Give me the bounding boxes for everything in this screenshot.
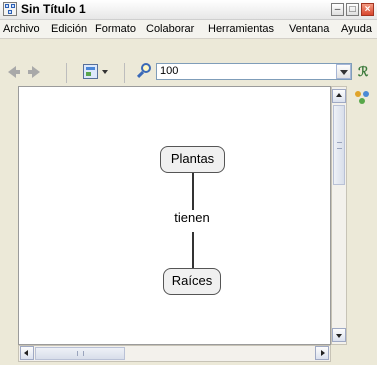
connection-line [192, 172, 194, 210]
toolbar-separator [66, 63, 67, 83]
scroll-right-button[interactable] [315, 346, 329, 360]
concept-raices[interactable]: Raíces [163, 268, 221, 295]
zoom-input[interactable]: 100 [156, 63, 352, 80]
horizontal-scrollbar[interactable] [18, 345, 331, 362]
vertical-scrollbar[interactable] [331, 86, 347, 345]
zoom-icon[interactable] [136, 63, 153, 79]
maximize-button[interactable]: □ [346, 3, 359, 16]
window-title: Sin Título 1 [21, 2, 86, 16]
menu-colaborar[interactable]: Colaborar [146, 23, 194, 35]
collaboration-icon[interactable] [355, 91, 370, 106]
scroll-down-button[interactable] [332, 328, 346, 342]
linking-phrase[interactable]: tienen [164, 210, 220, 226]
forward-arrow-icon[interactable] [28, 66, 40, 78]
menu-ventana[interactable]: Ventana [289, 23, 329, 35]
toolbar: 100 ℛ [0, 58, 377, 86]
menu-formato[interactable]: Formato [95, 23, 136, 35]
view-icon[interactable] [83, 64, 98, 79]
menu-archivo[interactable]: Archivo [3, 23, 40, 35]
title-bar: Sin Título 1 – □ × [0, 0, 377, 20]
scroll-up-button[interactable] [332, 89, 346, 103]
back-arrow-icon[interactable] [8, 66, 20, 78]
concept-plantas[interactable]: Plantas [160, 146, 225, 173]
minimize-button[interactable]: – [331, 3, 344, 16]
menu-ayuda[interactable]: Ayuda [341, 23, 372, 35]
toolbar-separator [124, 63, 125, 83]
app-icon [3, 2, 17, 16]
scroll-left-button[interactable] [20, 346, 34, 360]
menu-bar: Archivo Edición Formato Colaborar Herram… [0, 20, 377, 39]
close-button[interactable]: × [361, 3, 374, 16]
chevron-down-icon[interactable] [102, 70, 108, 74]
menu-herramientas[interactable]: Herramientas [208, 23, 274, 35]
horizontal-scroll-thumb[interactable] [35, 347, 125, 360]
vertical-scroll-thumb[interactable] [333, 105, 345, 185]
zoom-dropdown-button[interactable] [336, 64, 351, 79]
connection-line [192, 232, 194, 269]
map-canvas[interactable]: Plantas tienen Raíces [18, 86, 331, 345]
styles-icon[interactable]: ℛ [358, 64, 374, 80]
menu-edicion[interactable]: Edición [51, 23, 87, 35]
